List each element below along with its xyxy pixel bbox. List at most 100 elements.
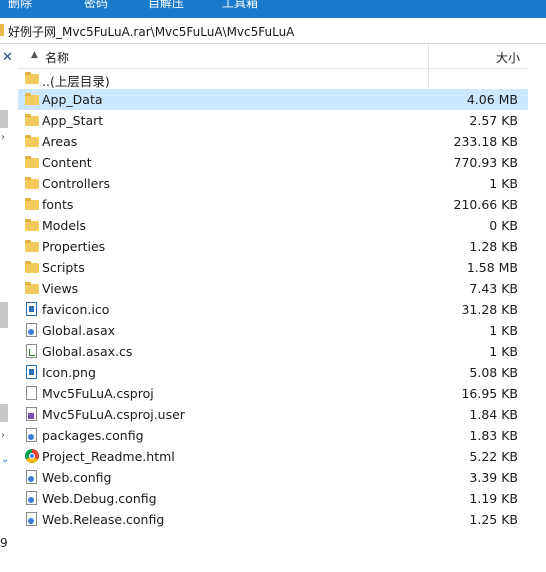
folder-icon	[25, 113, 39, 127]
file-size: 1.84 KB	[469, 407, 518, 422]
list-item[interactable]: ..(上层目录)	[18, 68, 528, 89]
file-name: Controllers	[42, 176, 110, 191]
list-item[interactable]: Mvc5FuLuA.csproj.user 1.84 KB	[18, 404, 528, 425]
toolbar-delete-button[interactable]: 删除	[8, 0, 32, 11]
file-size: 1 KB	[489, 344, 518, 359]
file-size: 770.93 KB	[453, 155, 518, 170]
toolbar-password-button[interactable]: 密码	[84, 0, 108, 11]
file-size: 1.58 MB	[466, 260, 518, 275]
list-item[interactable]: Controllers 1 KB	[18, 173, 528, 194]
file-name: Global.asax.cs	[42, 344, 133, 359]
folder-icon	[25, 197, 39, 211]
folder-icon	[25, 260, 39, 274]
file-name: Content	[42, 155, 92, 170]
list-item[interactable]: Views 7.43 KB	[18, 278, 528, 299]
list-item[interactable]: Icon.png 5.08 KB	[18, 362, 528, 383]
file-size: 233.18 KB	[453, 134, 518, 149]
list-item[interactable]: favicon.ico 31.28 KB	[18, 299, 528, 320]
config-file-icon	[25, 491, 39, 505]
list-item[interactable]: fonts 210.66 KB	[18, 194, 528, 215]
file-size: 1 KB	[489, 323, 518, 338]
close-icon[interactable]: ✕	[2, 50, 13, 65]
folder-icon	[25, 281, 39, 295]
config-file-icon	[25, 428, 39, 442]
list-item[interactable]: Web.Debug.config 1.19 KB	[18, 488, 528, 509]
file-size: 1 KB	[489, 176, 518, 191]
image-file-icon	[25, 302, 39, 316]
image-file-icon	[25, 365, 39, 379]
nav-count: 9	[0, 536, 8, 550]
file-name: Properties	[42, 239, 106, 254]
address-bar[interactable]: 好例子网_Mvc5FuLuA.rar\Mvc5FuLuA\Mvc5FuLuA	[0, 18, 546, 44]
list-item[interactable]: Properties 1.28 KB	[18, 236, 528, 257]
file-size: 3.39 KB	[469, 470, 518, 485]
file-name: ..(上层目录)	[42, 74, 110, 89]
name-column-header[interactable]: ▲ 名称	[18, 44, 429, 68]
folder-icon	[25, 239, 39, 253]
config-file-icon	[25, 512, 39, 526]
folder-icon	[25, 92, 39, 106]
size-column-label: 大小	[495, 51, 520, 65]
list-item[interactable]: Global.asax 1 KB	[18, 320, 528, 341]
list-item[interactable]: packages.config 1.83 KB	[18, 425, 528, 446]
scroll-thumb[interactable]	[0, 110, 8, 128]
file-size: 1.28 KB	[469, 239, 518, 254]
config-file-icon	[25, 470, 39, 484]
file-name: packages.config	[42, 428, 144, 443]
sort-ascending-icon: ▲	[31, 50, 38, 60]
file-size: 7.43 KB	[469, 281, 518, 296]
list-item[interactable]: Web.config 3.39 KB	[18, 467, 528, 488]
file-size: 31.28 KB	[461, 302, 518, 317]
file-size: 2.57 KB	[469, 113, 518, 128]
file-size: 1.83 KB	[469, 428, 518, 443]
scroll-thumb[interactable]	[0, 404, 8, 422]
toolbar-sfx-button[interactable]: 自解压	[148, 0, 184, 11]
address-path: 好例子网_Mvc5FuLuA.rar\Mvc5FuLuA\Mvc5FuLuA	[8, 25, 295, 39]
file-name: fonts	[42, 197, 74, 212]
file-name: Models	[42, 218, 87, 233]
folder-icon	[0, 24, 4, 36]
file-name: App_Start	[42, 113, 104, 128]
folder-icon	[25, 176, 39, 190]
file-name: App_Data	[42, 92, 103, 107]
file-name: favicon.ico	[42, 302, 110, 317]
list-item[interactable]: Global.asax.cs 1 KB	[18, 341, 528, 362]
chrome-icon	[25, 449, 39, 463]
folder-icon	[25, 218, 39, 232]
list-item[interactable]: App_Start 2.57 KB	[18, 110, 528, 131]
list-item[interactable]: Scripts 1.58 MB	[18, 257, 528, 278]
folder-icon	[25, 134, 39, 148]
file-name: Project_Readme.html	[42, 449, 175, 464]
file-size: 4.06 MB	[466, 92, 518, 107]
navigation-pane: ✕ › › ⌄ 9	[0, 44, 17, 572]
file-name: Mvc5FuLuA.csproj.user	[42, 407, 185, 422]
file-size: 5.08 KB	[469, 365, 518, 380]
list-item[interactable]: Web.Release.config 1.25 KB	[18, 509, 528, 530]
file-list: ..(上层目录) App_Data 4.06 MB App_Start 2.57 KB A…	[18, 68, 528, 530]
list-item[interactable]: Project_Readme.html 5.22 KB	[18, 446, 528, 467]
file-name: Web.config	[42, 470, 112, 485]
scroll-thumb[interactable]	[0, 302, 8, 328]
list-item[interactable]: Content 770.93 KB	[18, 152, 528, 173]
chevron-down-icon[interactable]: ⌄	[1, 454, 9, 465]
cs-file-icon	[25, 344, 39, 358]
file-name: Mvc5FuLuA.csproj	[42, 386, 154, 401]
file-name: Web.Release.config	[42, 512, 165, 527]
column-header: ▲ 名称 大小	[18, 44, 528, 69]
size-column-header[interactable]: 大小	[428, 44, 528, 68]
file-size: 210.66 KB	[453, 197, 518, 212]
file-name: Global.asax	[42, 323, 116, 338]
list-item[interactable]: Areas 233.18 KB	[18, 131, 528, 152]
toolbar-toolbox-button[interactable]: 工具箱	[222, 0, 258, 11]
file-size: 1.19 KB	[469, 491, 518, 506]
list-item[interactable]: Models 0 KB	[18, 215, 528, 236]
folder-icon	[25, 71, 39, 85]
folder-icon	[25, 155, 39, 169]
top-toolbar: 删除 密码 自解压 工具箱	[0, 0, 546, 18]
list-item[interactable]: Mvc5FuLuA.csproj 16.95 KB	[18, 383, 528, 404]
name-column-label: 名称	[45, 51, 70, 65]
list-item[interactable]: App_Data 4.06 MB	[18, 89, 528, 110]
chevron-right-icon[interactable]: ›	[1, 430, 5, 441]
asax-file-icon	[25, 323, 39, 337]
file-name: Areas	[42, 134, 78, 149]
